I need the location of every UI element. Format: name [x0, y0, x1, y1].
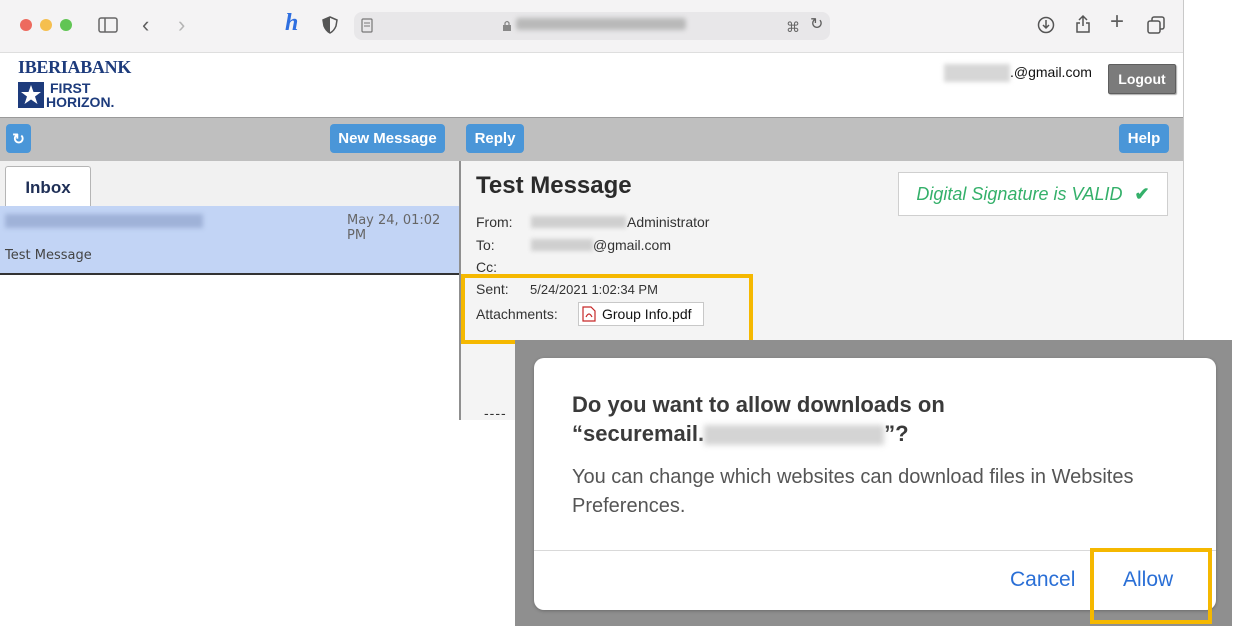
logout-button[interactable]: Logout [1108, 64, 1176, 94]
url-text-redacted [516, 18, 686, 30]
dialog-title-line2: “securemail. ”? [572, 419, 1172, 448]
privacy-shield-icon[interactable] [322, 16, 338, 34]
sender-redacted [5, 214, 203, 228]
lock-icon [503, 20, 511, 31]
check-icon: ✔ [1134, 183, 1150, 204]
message-title: Test Message [476, 172, 632, 199]
back-chevron-icon[interactable]: ‹ [142, 14, 149, 36]
reply-button[interactable]: Reply [466, 124, 524, 153]
cancel-button[interactable]: Cancel [1010, 568, 1075, 592]
tab-inbox[interactable]: Inbox [5, 166, 91, 208]
reload-icon[interactable]: ↻ [810, 14, 823, 36]
downloads-icon[interactable] [1037, 16, 1055, 34]
reader-icon[interactable] [361, 18, 373, 33]
honey-extension-icon[interactable]: h [285, 11, 298, 35]
new-message-button[interactable]: New Message [330, 124, 445, 153]
message-subject: Test Message [5, 248, 92, 263]
minimize-window-button[interactable] [40, 19, 52, 31]
share-icon[interactable] [1075, 14, 1091, 34]
page-header [0, 53, 1183, 116]
dialog-title: Do you want to allow downloads on “secur… [572, 390, 1172, 448]
dialog-title-line1: Do you want to allow downloads on [572, 392, 945, 417]
logo-line-first: FIRST [50, 80, 91, 96]
zoom-window-button[interactable] [60, 19, 72, 31]
refresh-icon: ↻ [12, 130, 25, 148]
logo-line-horizon: HORIZON. [46, 94, 115, 110]
dialog-title-suffix: ”? [884, 421, 909, 446]
iberiabank-logo: IBERIABANK [18, 57, 132, 77]
to-name-redacted [531, 239, 593, 251]
dialog-message: You can change which websites can downlo… [572, 466, 1134, 517]
tab-overview-icon[interactable] [1147, 16, 1165, 34]
message-body-divider: ---- [484, 405, 507, 420]
cc-label: Cc: [476, 259, 497, 275]
domain-redacted [704, 425, 885, 446]
translate-icon[interactable]: ⌘ [786, 16, 800, 38]
to-value: @gmail.com [593, 237, 672, 253]
from-value: Administrator [627, 214, 710, 230]
first-horizon-logo: FIRST HORIZON. [46, 81, 114, 109]
close-window-button[interactable] [20, 19, 32, 31]
sidebar-icon[interactable] [98, 17, 118, 33]
signature-status-text: Digital Signature is VALID [916, 183, 1123, 204]
dialog-title-prefix: “securemail. [572, 421, 705, 446]
list-item[interactable]: May 24, 01:02 PM Test Message [0, 206, 459, 275]
refresh-button[interactable]: ↻ [6, 124, 31, 153]
from-label: From: [476, 214, 513, 230]
action-bar [0, 117, 1183, 162]
new-tab-icon[interactable]: + [1110, 10, 1124, 34]
from-name-redacted [531, 216, 626, 228]
first-horizon-star-icon [18, 82, 44, 108]
signature-status-box: Digital Signature is VALID ✔ [898, 172, 1168, 216]
to-label: To: [476, 237, 495, 253]
message-date: May 24, 01:02 PM [347, 213, 441, 243]
help-button[interactable]: Help [1119, 124, 1169, 153]
account-email: .@gmail.com [1010, 64, 1092, 80]
forward-chevron-icon[interactable]: › [178, 14, 185, 36]
highlight-allow-button [1090, 548, 1212, 624]
highlight-sent-attachments [461, 274, 753, 344]
account-email-redacted [944, 64, 1010, 82]
